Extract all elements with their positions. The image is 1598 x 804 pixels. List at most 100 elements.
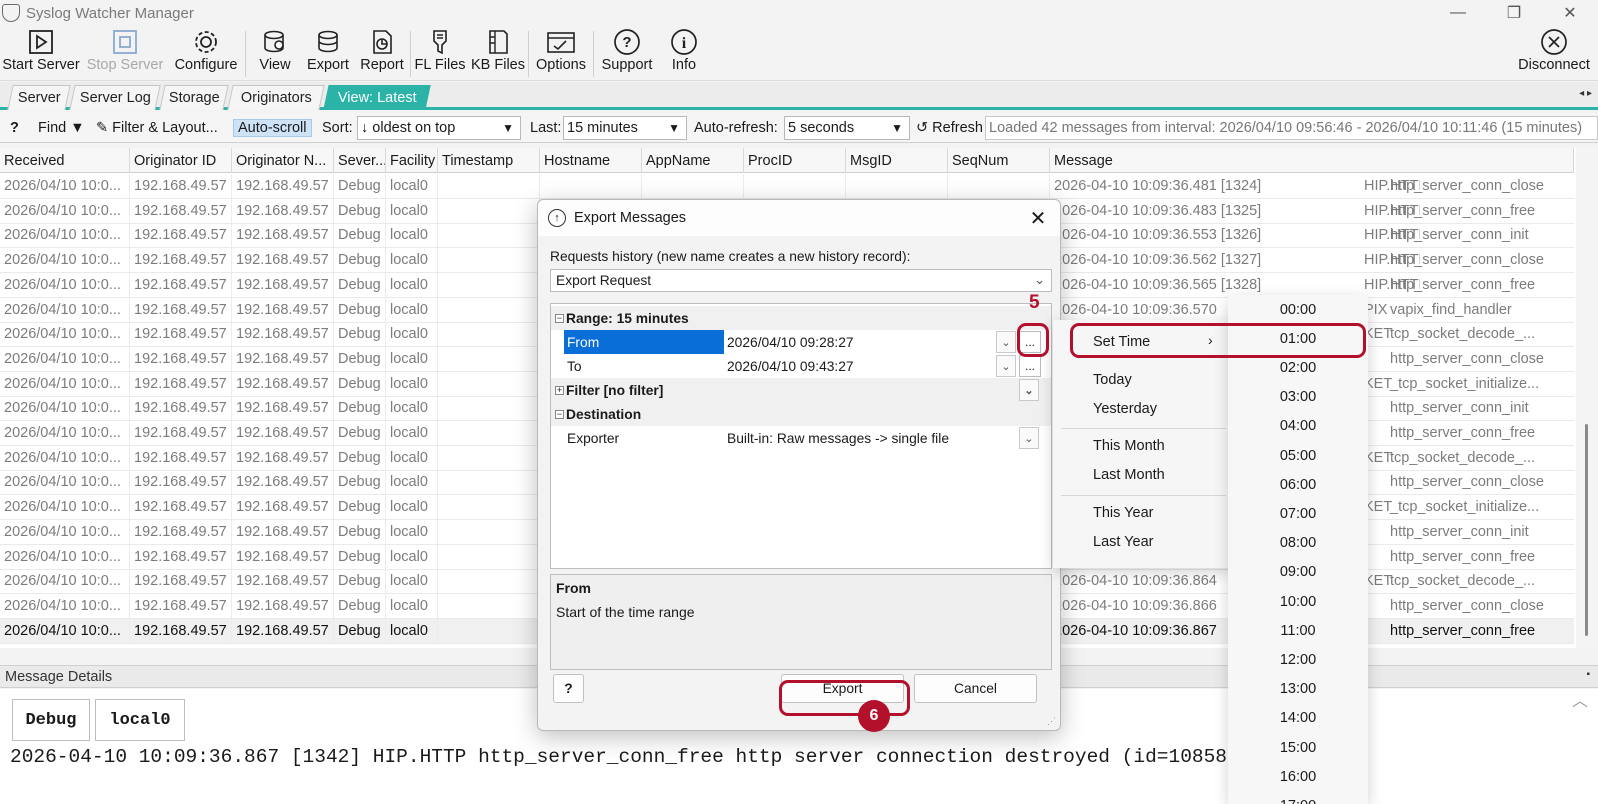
collapse-icon[interactable]: − bbox=[555, 409, 564, 419]
cancel-button[interactable]: Cancel bbox=[914, 674, 1037, 703]
table-cell bbox=[438, 174, 540, 198]
tab-originators[interactable]: Originators bbox=[227, 85, 325, 110]
to-row[interactable]: To 2026/04/10 09:43:27 ⌄ ... bbox=[551, 354, 1051, 378]
sort-select[interactable]: ↓ oldest on top ▼ bbox=[357, 116, 521, 140]
menu-item-last-month[interactable]: Last Month bbox=[1093, 467, 1165, 483]
filter-category[interactable]: + Filter [no filter] ⌄ bbox=[551, 378, 1051, 402]
range-category[interactable]: − Range: 15 minutes bbox=[551, 306, 1051, 330]
tab-server-log[interactable]: Server Log bbox=[69, 85, 161, 110]
configure-button[interactable]: Configure bbox=[171, 27, 241, 81]
table-cell: 192.168.49.57 bbox=[130, 593, 232, 618]
exporter-row[interactable]: Exporter Built-in: Raw messages -> singl… bbox=[551, 426, 1051, 450]
history-combo[interactable]: Export Request ⌄ bbox=[550, 269, 1052, 292]
hour-item[interactable]: 13:00 bbox=[1228, 675, 1368, 704]
disconnect-button[interactable]: Disconnect bbox=[1516, 27, 1592, 81]
column-header[interactable]: Facility bbox=[386, 148, 438, 173]
dialog-help-button[interactable]: ? bbox=[553, 674, 584, 703]
stop-server-button[interactable]: Stop Server bbox=[86, 27, 164, 81]
from-value[interactable]: 2026/04/10 09:28:27 bbox=[727, 330, 854, 354]
table-row[interactable]: 2026/04/10 10:0... 192.168.49.57 192.168.4… bbox=[0, 174, 1574, 199]
help-button[interactable]: ? bbox=[10, 117, 19, 139]
pin-icon[interactable]: ▪ bbox=[1586, 669, 1590, 680]
maximize-button[interactable]: ❐ bbox=[1486, 0, 1542, 26]
exporter-value[interactable]: Built-in: Raw messages -> single file bbox=[727, 426, 949, 450]
destination-category[interactable]: − Destination bbox=[551, 402, 1051, 426]
chevron-down-icon: ▼ bbox=[502, 121, 514, 135]
options-button[interactable]: Options bbox=[532, 27, 590, 81]
hour-item[interactable]: 15:00 bbox=[1228, 733, 1368, 762]
chevron-down-icon[interactable]: ⌄ bbox=[1019, 427, 1039, 449]
column-header[interactable]: Originator ID bbox=[130, 148, 232, 173]
table-cell: 192.168.49.57 bbox=[232, 593, 334, 618]
menu-item-last-year[interactable]: Last Year bbox=[1093, 534, 1153, 550]
table-cell: Debug bbox=[334, 445, 386, 470]
menu-item-today[interactable]: Today bbox=[1093, 372, 1132, 388]
column-header[interactable]: Originator N... bbox=[232, 148, 334, 173]
column-header[interactable]: MsgID bbox=[846, 148, 948, 173]
hour-item[interactable]: 03:00 bbox=[1228, 383, 1368, 412]
minimize-button[interactable]: — bbox=[1430, 0, 1486, 26]
chevron-down-icon[interactable]: ⌄ bbox=[1019, 379, 1039, 401]
refresh-button[interactable]: ↺ Refresh bbox=[916, 117, 983, 139]
table-cell: 192.168.49.57 bbox=[130, 223, 232, 248]
column-header[interactable]: SeqNum bbox=[948, 148, 1050, 173]
info-button[interactable]: i Info bbox=[664, 27, 704, 81]
hour-item[interactable]: 06:00 bbox=[1228, 470, 1368, 499]
hour-item[interactable]: 12:00 bbox=[1228, 645, 1368, 674]
report-button[interactable]: Report bbox=[357, 27, 407, 81]
expand-icon[interactable]: + bbox=[555, 385, 564, 395]
last-interval-select[interactable]: 15 minutes ▼ bbox=[563, 116, 687, 140]
chevron-down-icon[interactable]: ⌄ bbox=[996, 355, 1016, 377]
table-cell: Debug bbox=[334, 174, 386, 198]
menu-item-this-month[interactable]: This Month bbox=[1093, 438, 1165, 454]
hour-item[interactable]: 04:00 bbox=[1228, 412, 1368, 441]
export-button[interactable]: Export bbox=[304, 27, 352, 81]
table-cell: Debug bbox=[334, 272, 386, 297]
column-header[interactable]: Sever... bbox=[334, 148, 386, 173]
hour-item[interactable]: 11:00 bbox=[1228, 616, 1368, 645]
dialog-close-button[interactable]: ✕ bbox=[1024, 204, 1052, 232]
menu-item-yesterday[interactable]: Yesterday bbox=[1093, 401, 1157, 417]
support-button[interactable]: ? Support bbox=[598, 27, 656, 81]
hour-item[interactable]: 17:00 bbox=[1228, 791, 1368, 804]
hour-item[interactable]: 10:00 bbox=[1228, 587, 1368, 616]
from-row[interactable]: From 2026/04/10 09:28:27 ⌄ ... bbox=[551, 330, 1051, 354]
hour-item[interactable]: 09:00 bbox=[1228, 558, 1368, 587]
autoscroll-toggle[interactable]: Auto-scroll bbox=[233, 117, 312, 139]
resize-grip-icon[interactable]: ⋰ bbox=[1047, 716, 1056, 727]
hour-item[interactable]: 08:00 bbox=[1228, 529, 1368, 558]
message-cell: 2026-04-10 10:09:36.565 [1328] bbox=[1054, 276, 1262, 293]
hour-item[interactable]: 07:00 bbox=[1228, 499, 1368, 528]
fl-files-button[interactable]: FL Files bbox=[414, 27, 466, 81]
hour-item[interactable]: 14:00 bbox=[1228, 704, 1368, 733]
collapse-icon[interactable]: − bbox=[555, 313, 564, 323]
menu-item-this-year[interactable]: This Year bbox=[1093, 505, 1153, 521]
find-button[interactable]: Find ▼ bbox=[38, 117, 85, 139]
table-cell: 2026/04/10 10:0... bbox=[0, 174, 130, 198]
view-button[interactable]: View bbox=[254, 27, 296, 81]
column-header[interactable]: ProcID bbox=[744, 148, 846, 173]
tab-storage[interactable]: Storage bbox=[159, 85, 229, 110]
table-cell: Debug bbox=[334, 519, 386, 544]
filter-layout-button[interactable]: ✎ Filter & Layout... bbox=[96, 117, 218, 139]
hour-item[interactable]: 00:00 bbox=[1228, 295, 1368, 324]
to-more-button[interactable]: ... bbox=[1019, 355, 1041, 377]
tab-server[interactable]: Server bbox=[7, 85, 71, 110]
kb-files-button[interactable]: KB Files bbox=[471, 27, 525, 81]
tab-scroll-arrows[interactable]: ◂ ▸ bbox=[1579, 88, 1592, 99]
close-window-button[interactable]: ✕ bbox=[1542, 0, 1598, 26]
column-header[interactable]: Timestamp bbox=[438, 148, 540, 173]
autorefresh-select[interactable]: 5 seconds ▼ bbox=[784, 116, 910, 140]
chevron-down-icon[interactable]: ⌄ bbox=[996, 331, 1016, 353]
hour-item[interactable]: 05:00 bbox=[1228, 441, 1368, 470]
column-header[interactable]: Received bbox=[0, 148, 130, 173]
grid-scrollbar-thumb[interactable] bbox=[1585, 424, 1588, 636]
column-header[interactable]: Hostname bbox=[540, 148, 642, 173]
hour-item[interactable]: 16:00 bbox=[1228, 762, 1368, 791]
column-header[interactable]: AppName bbox=[642, 148, 744, 173]
start-server-button[interactable]: Start Server bbox=[2, 27, 80, 81]
column-header[interactable]: Message bbox=[1050, 148, 1574, 173]
to-value[interactable]: 2026/04/10 09:43:27 bbox=[727, 354, 854, 378]
chevron-up-icon[interactable]: ︿ bbox=[1572, 687, 1588, 711]
tab-view-latest[interactable]: View: Latest bbox=[323, 85, 431, 110]
